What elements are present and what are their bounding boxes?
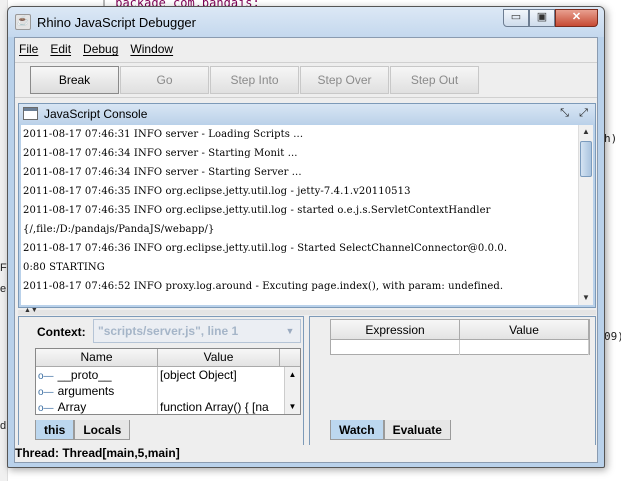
editor-snippet: F: [0, 262, 7, 274]
step-out-button[interactable]: Step Out: [390, 66, 479, 94]
watch-table: Expression Value: [330, 319, 590, 355]
chevron-down-icon[interactable]: ▼: [283, 324, 297, 338]
break-button[interactable]: Break: [30, 66, 119, 94]
log-line: 2011-08-17 07:46:35 INFO org.eclipse.jet…: [23, 186, 411, 197]
log-line: 2011-08-17 07:46:31 INFO server - Loadin…: [23, 129, 304, 140]
column-header-value[interactable]: Value: [460, 320, 589, 339]
console-window-icon: [23, 107, 38, 120]
watch-expression-cell[interactable]: [331, 340, 460, 355]
menu-edit[interactable]: Edit: [50, 42, 71, 56]
console-title: JavaScript Console: [44, 107, 148, 121]
scroll-thumb[interactable]: [580, 141, 592, 177]
java-app-icon: ☕: [15, 14, 31, 30]
log-line: 2011-08-17 07:46:34 INFO server - Starti…: [23, 167, 302, 178]
toolbar: Break Go Step Into Step Over Step Out: [15, 62, 597, 98]
split-arrows-icon[interactable]: ▲▼: [24, 307, 38, 314]
step-over-button[interactable]: Step Over: [300, 66, 389, 94]
go-button[interactable]: Go: [120, 66, 209, 94]
tab-locals[interactable]: Locals: [74, 420, 131, 440]
console-output[interactable]: 2011-08-17 07:46:31 INFO server - Loadin…: [21, 125, 579, 305]
iconify-icon[interactable]: ⤡: [557, 106, 572, 121]
menu-file[interactable]: File: [19, 42, 38, 56]
table-row[interactable]: o— Array function Array() { [na: [36, 399, 300, 414]
console-controls: ⤡ ⤢: [557, 106, 591, 121]
scroll-down-icon[interactable]: ▼: [285, 401, 300, 413]
watch-panel: Expression Value Watch Evaluate: [309, 316, 596, 446]
tab-evaluate[interactable]: Evaluate: [383, 420, 451, 440]
console-scrollbar[interactable]: ▲ ▼: [578, 125, 593, 305]
variables-scrollbar[interactable]: ▲ ▼: [284, 367, 300, 414]
editor-snippet: d: [0, 420, 7, 432]
key-icon: o—: [38, 387, 54, 398]
scroll-up-icon[interactable]: ▲: [285, 369, 300, 381]
menu-window[interactable]: Window: [130, 42, 173, 56]
window-controls: ▭ ▣ ✕: [503, 9, 598, 27]
column-header-value[interactable]: Value: [158, 349, 280, 366]
menu-debug[interactable]: Debug: [83, 42, 118, 56]
table-row[interactable]: [331, 340, 589, 355]
log-line: 2011-08-17 07:46:36 INFO org.eclipse.jet…: [23, 243, 508, 254]
window-client: File Edit Debug Window Break Go Step Int…: [14, 37, 598, 463]
editor-snippet: h): [604, 132, 618, 145]
column-header-name[interactable]: Name: [36, 349, 158, 366]
editor-snippet: 09): [604, 330, 621, 343]
watch-header: Expression Value: [331, 320, 589, 340]
split-divider[interactable]: ▲▼: [18, 307, 596, 315]
left-tabs: this Locals: [35, 420, 131, 440]
key-icon: o—: [38, 371, 54, 382]
log-line: 2011-08-17 07:46:52 INFO proxy.log.aroun…: [23, 281, 504, 292]
editor-snippet: e: [0, 283, 7, 295]
title-bar[interactable]: ☕ Rhino JavaScript Debugger ▭ ▣ ✕: [8, 7, 604, 37]
context-value: "scripts/server.js", line 1: [98, 324, 239, 338]
close-button[interactable]: ✕: [555, 9, 598, 27]
watch-value-cell: [460, 340, 589, 355]
minimize-button[interactable]: ▭: [503, 9, 529, 27]
tab-watch[interactable]: Watch: [330, 420, 384, 440]
column-header-expression[interactable]: Expression: [331, 320, 460, 339]
status-bar: Thread: Thread[main,5,main]: [15, 445, 597, 462]
log-line: 2011-08-17 07:46:34 INFO server - Starti…: [23, 148, 298, 159]
context-select[interactable]: "scripts/server.js", line 1 ▼: [93, 319, 301, 343]
maximize-button[interactable]: ▣: [529, 9, 555, 27]
log-line: 2011-08-17 07:46:35 INFO org.eclipse.jet…: [23, 205, 491, 216]
step-into-button[interactable]: Step Into: [210, 66, 299, 94]
log-line: 0:80 STARTING: [23, 262, 105, 273]
debugger-window: ☕ Rhino JavaScript Debugger ▭ ▣ ✕ File E…: [7, 6, 605, 468]
context-panel: Context: "scripts/server.js", line 1 ▼ N…: [18, 316, 304, 446]
menu-bar: File Edit Debug Window: [15, 38, 597, 60]
table-row[interactable]: o— arguments: [36, 383, 300, 399]
right-tabs: Watch Evaluate: [330, 420, 451, 440]
maximize-icon[interactable]: ⤢: [576, 106, 591, 121]
log-line: {/,file:/D:/pandajs/PandaJS/webapp/}: [23, 224, 215, 235]
tab-this[interactable]: this: [35, 420, 75, 440]
table-row[interactable]: o— __proto__ [object Object]: [36, 367, 300, 383]
key-icon: o—: [38, 403, 54, 414]
variables-header: Name Value: [36, 349, 300, 367]
variables-table: Name Value o— __proto__ [object Object] o…: [35, 348, 301, 415]
window-title: Rhino JavaScript Debugger: [37, 15, 196, 30]
console-title-bar[interactable]: JavaScript Console ⤡ ⤢: [19, 104, 595, 124]
javascript-console-frame: JavaScript Console ⤡ ⤢ 2011-08-17 07:46:…: [18, 103, 596, 308]
scroll-up-icon[interactable]: ▲: [579, 125, 593, 139]
context-label: Context:: [37, 325, 86, 339]
scroll-down-icon[interactable]: ▼: [579, 291, 593, 305]
